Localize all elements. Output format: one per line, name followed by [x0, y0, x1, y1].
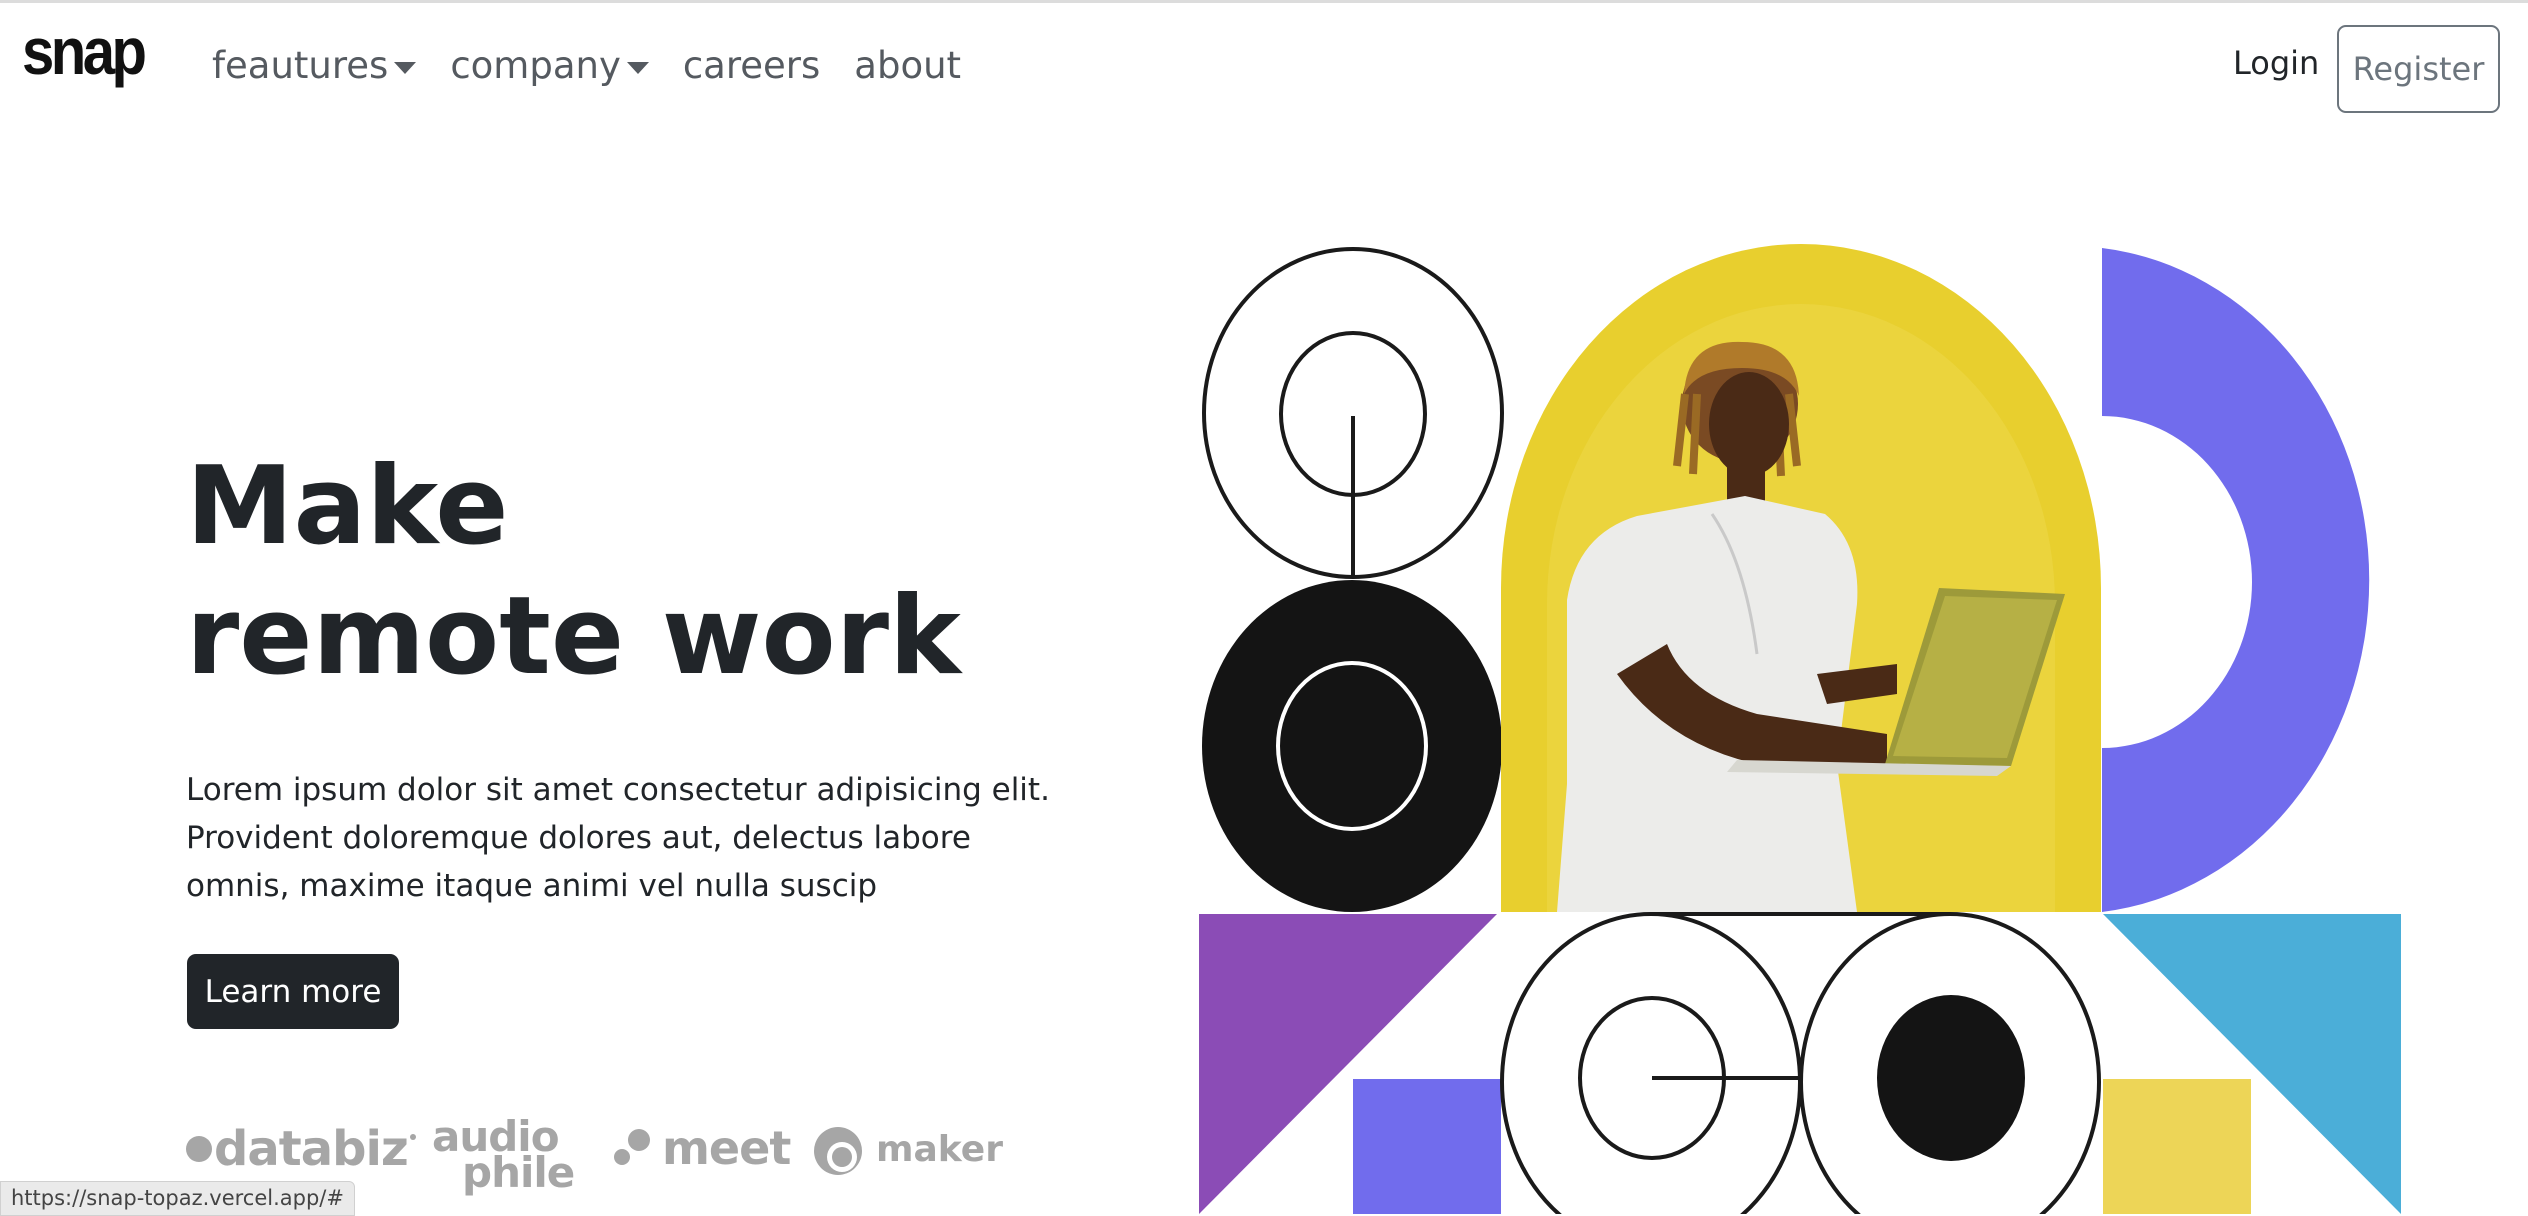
hero-text-line-1: Lorem ipsum dolor sit amet consectetur a…: [186, 772, 1050, 808]
hero-description: Lorem ipsum dolor sit amet consectetur a…: [186, 766, 1050, 910]
nav-item-about[interactable]: about: [854, 44, 961, 88]
hero-title-line-2: remote work: [186, 574, 961, 699]
nav-item-label: feautures: [212, 44, 389, 87]
main-nav: feautures company careers about: [212, 44, 961, 88]
yellow-square: [2103, 1079, 2251, 1214]
hero-illustration: [1199, 244, 2401, 1214]
maker-circle-icon: [814, 1127, 862, 1175]
register-button[interactable]: Register: [2337, 25, 2500, 113]
hero-title: Make remote work: [186, 442, 961, 702]
databiz-label: databiz: [214, 1121, 409, 1177]
nav-item-careers[interactable]: careers: [683, 44, 820, 88]
learn-more-button[interactable]: Learn more: [187, 954, 399, 1029]
nav-item-company[interactable]: company: [450, 44, 649, 88]
black-dot: [1877, 995, 2025, 1161]
nav-item-label: careers: [682, 44, 821, 87]
nav-item-label: about: [854, 44, 962, 87]
audiophile-label-bottom: phile: [462, 1148, 575, 1197]
caret-down-icon: [626, 62, 649, 75]
hero-text-line-3: omnis, maxime itaque animi vel nulla sus…: [186, 868, 878, 904]
maker-label: maker: [876, 1129, 1003, 1170]
top-border: [0, 0, 2528, 3]
violet-square: [1353, 1079, 1501, 1214]
status-bar-url: https://snap-topaz.vercel.app/#: [0, 1181, 355, 1216]
nav-item-label: company: [450, 44, 621, 87]
hero-title-line-1: Make: [186, 444, 509, 569]
meet-dot-small-icon: [614, 1149, 630, 1165]
hero-text-line-2: Provident doloremque dolores aut, delect…: [186, 820, 971, 856]
meet-label: meet: [662, 1121, 791, 1175]
nav-item-features[interactable]: feautures: [212, 44, 417, 88]
brand-logo[interactable]: snap: [22, 18, 147, 84]
violet-half-ring: [2102, 248, 2370, 912]
meet-dot-large-icon: [628, 1129, 650, 1151]
caret-down-icon: [394, 62, 417, 75]
databiz-dot-icon: [186, 1136, 212, 1162]
black-disc: [1202, 580, 1502, 912]
login-link[interactable]: Login: [2233, 44, 2319, 82]
databiz-mark-icon: [410, 1134, 416, 1140]
